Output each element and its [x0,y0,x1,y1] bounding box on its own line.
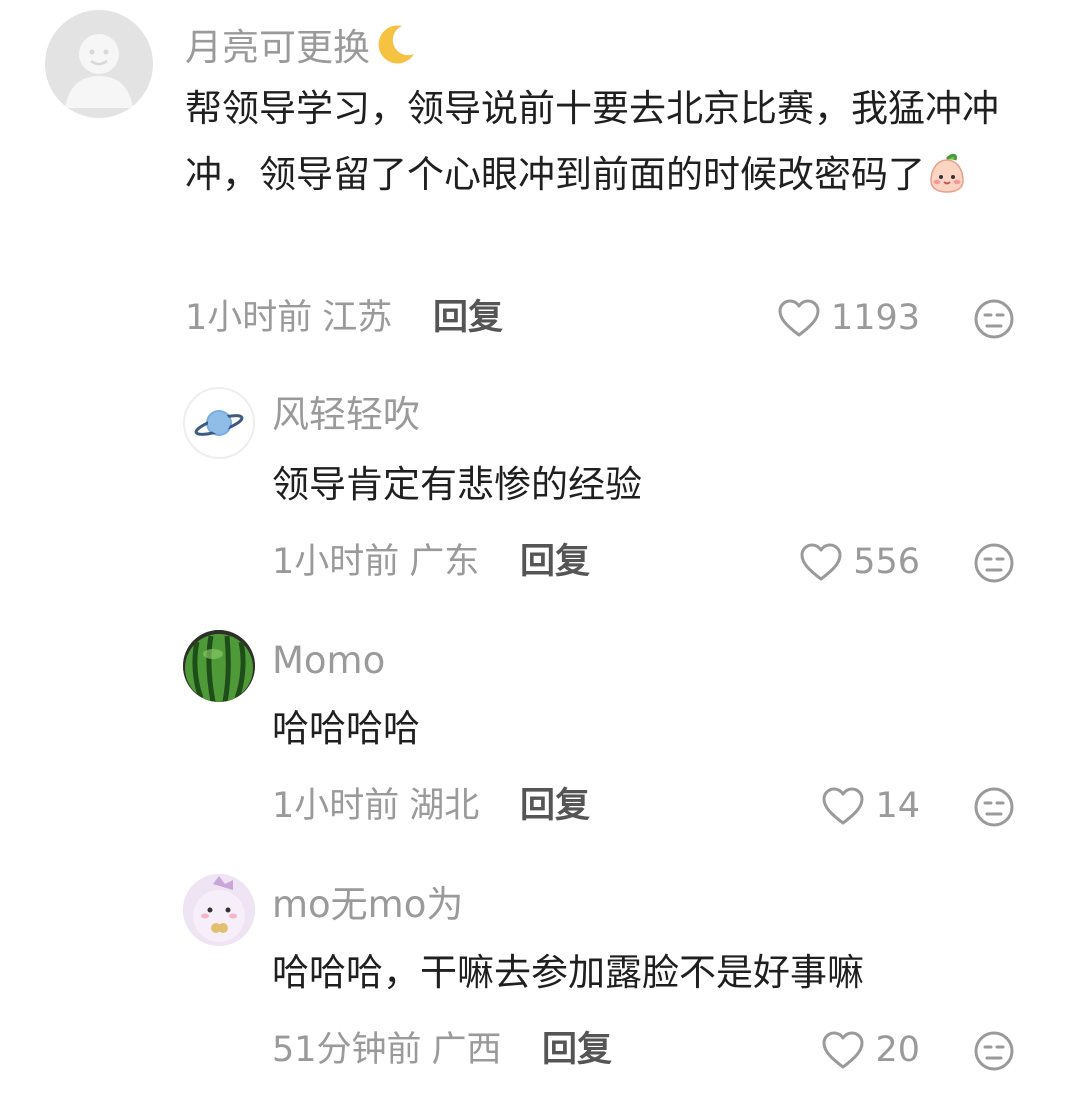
like-button[interactable]: 14 [821,786,920,826]
comment-location: 广西 [431,1030,502,1070]
dislike-face-icon[interactable] [973,298,1015,340]
reply-button[interactable]: 回复 [520,545,590,580]
planet-icon [194,410,244,436]
cartoon-dino-icon [183,874,255,946]
heart-icon [822,787,864,825]
dislike-face-icon[interactable] [973,786,1015,828]
comment-1: 月亮可更换 帮领导学习，领导说前十要去北京比赛，我猛冲冲冲，领导留了个心眼冲到前… [0,0,1080,360]
comment-time: 1小时前 [185,298,313,338]
planet-avatar[interactable] [183,387,255,459]
comment-meta: 1小时前 湖北 [272,789,479,824]
blushing-peach-icon [930,153,964,193]
comment-time: 51分钟前 [272,1030,422,1070]
like-button[interactable]: 556 [799,542,920,582]
comment-username[interactable]: 风轻轻吹 [272,396,420,433]
like-count: 556 [853,541,920,582]
comment-username[interactable]: mo无mo为 [272,886,463,923]
like-count: 20 [875,1029,920,1070]
comment-text: 哈哈哈，干嘛去参加露脸不是好事嘛 [272,951,864,994]
comment-meta: 1小时前 广东 [272,545,479,580]
reply-button[interactable]: 回复 [542,1033,612,1068]
comment-meta: 51分钟前 广西 [272,1033,502,1068]
comment-text: 帮领导学习，领导说前十要去北京比赛，我猛冲冲冲，领导留了个心眼冲到前面的时候改密… [185,87,999,196]
person-silhouette-icon [65,34,133,108]
comment-location: 湖北 [409,786,480,826]
like-count: 1193 [830,297,920,338]
dislike-face-icon[interactable] [973,1030,1015,1072]
reply-button[interactable]: 回复 [520,789,590,824]
like-button[interactable]: 20 [821,1030,920,1070]
reply-button[interactable]: 回复 [433,301,503,336]
heart-icon [800,543,842,581]
heart-icon [822,1031,864,1069]
crescent-moon-icon [378,25,414,64]
like-count: 14 [875,785,920,826]
comment-username[interactable]: Momo [272,642,385,679]
comment-time: 1小时前 [272,786,400,826]
comment-text: 哈哈哈哈 [272,707,420,750]
comment-location: 江苏 [322,298,393,338]
heart-icon [778,299,820,337]
default-avatar[interactable] [45,10,153,118]
dislike-face-icon[interactable] [973,542,1015,584]
watermelon-icon [183,630,255,702]
comment-time: 1小时前 [272,542,400,582]
comment-text: 领导肯定有悲惨的经验 [272,463,642,506]
comment-username[interactable]: 月亮可更换 [185,22,418,68]
comment-location: 广东 [409,542,480,582]
watermelon-avatar[interactable] [183,630,255,702]
cartoon-dino-avatar[interactable] [183,874,255,946]
comment-meta: 1小时前 江苏 [185,301,392,336]
like-button[interactable]: 1193 [777,298,920,338]
